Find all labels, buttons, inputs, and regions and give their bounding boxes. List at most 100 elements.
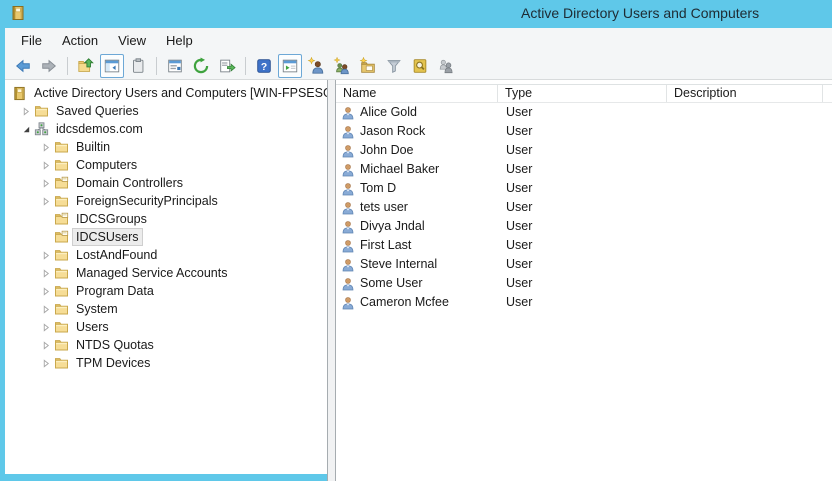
tree-item-managed-service-accounts[interactable]: Managed Service Accounts xyxy=(5,264,327,282)
tree-item-idcsgroups[interactable]: IDCSGroups xyxy=(5,210,327,228)
tree-item-users[interactable]: Users xyxy=(5,318,327,336)
tree-item-label: Managed Service Accounts xyxy=(72,264,231,282)
tree-item-idcsusers[interactable]: IDCSUsers xyxy=(5,228,327,246)
list-header: Name Type Description xyxy=(336,84,832,103)
list-row-tets-user[interactable]: tets userUser xyxy=(336,198,832,217)
tree-item-idcsdemos-com[interactable]: idcsdemos.com xyxy=(5,120,327,138)
list-cell-name: Divya Jndal xyxy=(336,217,498,236)
tree-item-computers[interactable]: Computers xyxy=(5,156,327,174)
expand-arrow-icon[interactable] xyxy=(40,249,52,261)
tree-root[interactable]: Active Directory Users and Computers [WI… xyxy=(5,84,327,102)
list-row-steve-internal[interactable]: Steve InternalUser xyxy=(336,255,832,274)
list-cell-filler xyxy=(823,141,832,160)
folder-icon xyxy=(54,302,69,316)
list-cell-name: Tom D xyxy=(336,179,498,198)
user-name: Divya Jndal xyxy=(360,217,425,236)
folder-icon xyxy=(34,104,49,118)
tree-item-label: idcsdemos.com xyxy=(52,120,147,138)
expand-arrow-icon[interactable] xyxy=(40,177,52,189)
folder-icon xyxy=(54,338,69,352)
filter-icon xyxy=(385,57,403,75)
up-one-level-button[interactable] xyxy=(74,54,98,78)
tree-item-system[interactable]: System xyxy=(5,300,327,318)
tree-item-ntds-quotas[interactable]: NTDS Quotas xyxy=(5,336,327,354)
action-pane-icon xyxy=(281,57,299,75)
expand-arrow-icon[interactable] xyxy=(40,303,52,315)
show-action-pane-toggle[interactable] xyxy=(278,54,302,78)
list-cell-filler xyxy=(823,255,832,274)
new-user-button[interactable] xyxy=(304,54,328,78)
expand-arrow-icon[interactable] xyxy=(40,357,52,369)
list-row-cameron-mcfee[interactable]: Cameron McfeeUser xyxy=(336,293,832,312)
tree-item-label: LostAndFound xyxy=(72,246,161,264)
expand-arrow-icon[interactable] xyxy=(20,105,32,117)
collapse-arrow-icon[interactable] xyxy=(20,123,32,135)
pane-splitter[interactable] xyxy=(327,80,336,481)
new-group-button[interactable] xyxy=(330,54,354,78)
tree-item-builtin[interactable]: Builtin xyxy=(5,138,327,156)
user-name: Some User xyxy=(360,274,423,293)
properties-button[interactable] xyxy=(163,54,187,78)
column-header-type[interactable]: Type xyxy=(498,85,667,102)
folder-icon xyxy=(54,266,69,280)
forward-button[interactable] xyxy=(37,54,61,78)
window-title: Active Directory Users and Computers xyxy=(521,5,759,21)
column-header-name[interactable]: Name xyxy=(336,85,498,102)
expand-arrow-icon[interactable] xyxy=(40,195,52,207)
list-row-first-last[interactable]: First LastUser xyxy=(336,236,832,255)
no-expand-spacer xyxy=(40,213,52,225)
show-console-tree-toggle[interactable] xyxy=(100,54,124,78)
console-tree-pane: Active Directory Users and Computers [WI… xyxy=(5,80,327,474)
tree-root-label: Active Directory Users and Computers [WI… xyxy=(30,84,327,102)
new-ou-button[interactable] xyxy=(356,54,380,78)
filter-button[interactable] xyxy=(382,54,406,78)
list-row-john-doe[interactable]: John DoeUser xyxy=(336,141,832,160)
list-cell-description xyxy=(667,179,823,198)
menu-file[interactable]: File xyxy=(11,30,52,51)
list-row-alice-gold[interactable]: Alice GoldUser xyxy=(336,103,832,122)
ou-icon xyxy=(54,176,69,190)
find-button[interactable] xyxy=(408,54,432,78)
tree-item-saved-queries[interactable]: Saved Queries xyxy=(5,102,327,120)
list-row-divya-jndal[interactable]: Divya JndalUser xyxy=(336,217,832,236)
expand-arrow-icon[interactable] xyxy=(40,339,52,351)
list-cell-type: User xyxy=(498,103,667,122)
tree-item-label: Computers xyxy=(72,156,141,174)
tree-item-program-data[interactable]: Program Data xyxy=(5,282,327,300)
tree-item-lostandfound[interactable]: LostAndFound xyxy=(5,246,327,264)
list-row-tom-d[interactable]: Tom DUser xyxy=(336,179,832,198)
folder-icon xyxy=(54,320,69,334)
expand-arrow-icon[interactable] xyxy=(40,159,52,171)
menu-view[interactable]: View xyxy=(108,30,156,51)
tree-item-domain-controllers[interactable]: Domain Controllers xyxy=(5,174,327,192)
expand-arrow-icon[interactable] xyxy=(40,141,52,153)
list-cell-description xyxy=(667,255,823,274)
folder-icon xyxy=(54,140,69,154)
title-bar[interactable]: Active Directory Users and Computers xyxy=(0,0,832,28)
list-cell-type: User xyxy=(498,179,667,198)
list-row-some-user[interactable]: Some UserUser xyxy=(336,274,832,293)
list-cell-description xyxy=(667,198,823,217)
refresh-button[interactable] xyxy=(189,54,213,78)
list-cell-filler xyxy=(823,217,832,236)
tree-item-foreignsecurityprincipals[interactable]: ForeignSecurityPrincipals xyxy=(5,192,327,210)
expand-arrow-icon[interactable] xyxy=(40,285,52,297)
column-header-description[interactable]: Description xyxy=(667,85,823,102)
list-cell-name: Cameron Mcfee xyxy=(336,293,498,312)
new-user-icon xyxy=(307,57,325,75)
list-row-michael-baker[interactable]: Michael BakerUser xyxy=(336,160,832,179)
menu-action[interactable]: Action xyxy=(52,30,108,51)
export-list-button[interactable] xyxy=(215,54,239,78)
change-domain-button[interactable] xyxy=(434,54,458,78)
new-ou-icon xyxy=(359,57,377,75)
expand-arrow-icon[interactable] xyxy=(40,267,52,279)
clipboard-button[interactable] xyxy=(126,54,150,78)
tree-item-tpm-devices[interactable]: TPM Devices xyxy=(5,354,327,372)
window-bottom-border xyxy=(0,474,327,481)
find-icon xyxy=(411,57,429,75)
expand-arrow-icon[interactable] xyxy=(40,321,52,333)
menu-help[interactable]: Help xyxy=(156,30,203,51)
back-button[interactable] xyxy=(11,54,35,78)
list-row-jason-rock[interactable]: Jason RockUser xyxy=(336,122,832,141)
help-button[interactable]: ? xyxy=(252,54,276,78)
